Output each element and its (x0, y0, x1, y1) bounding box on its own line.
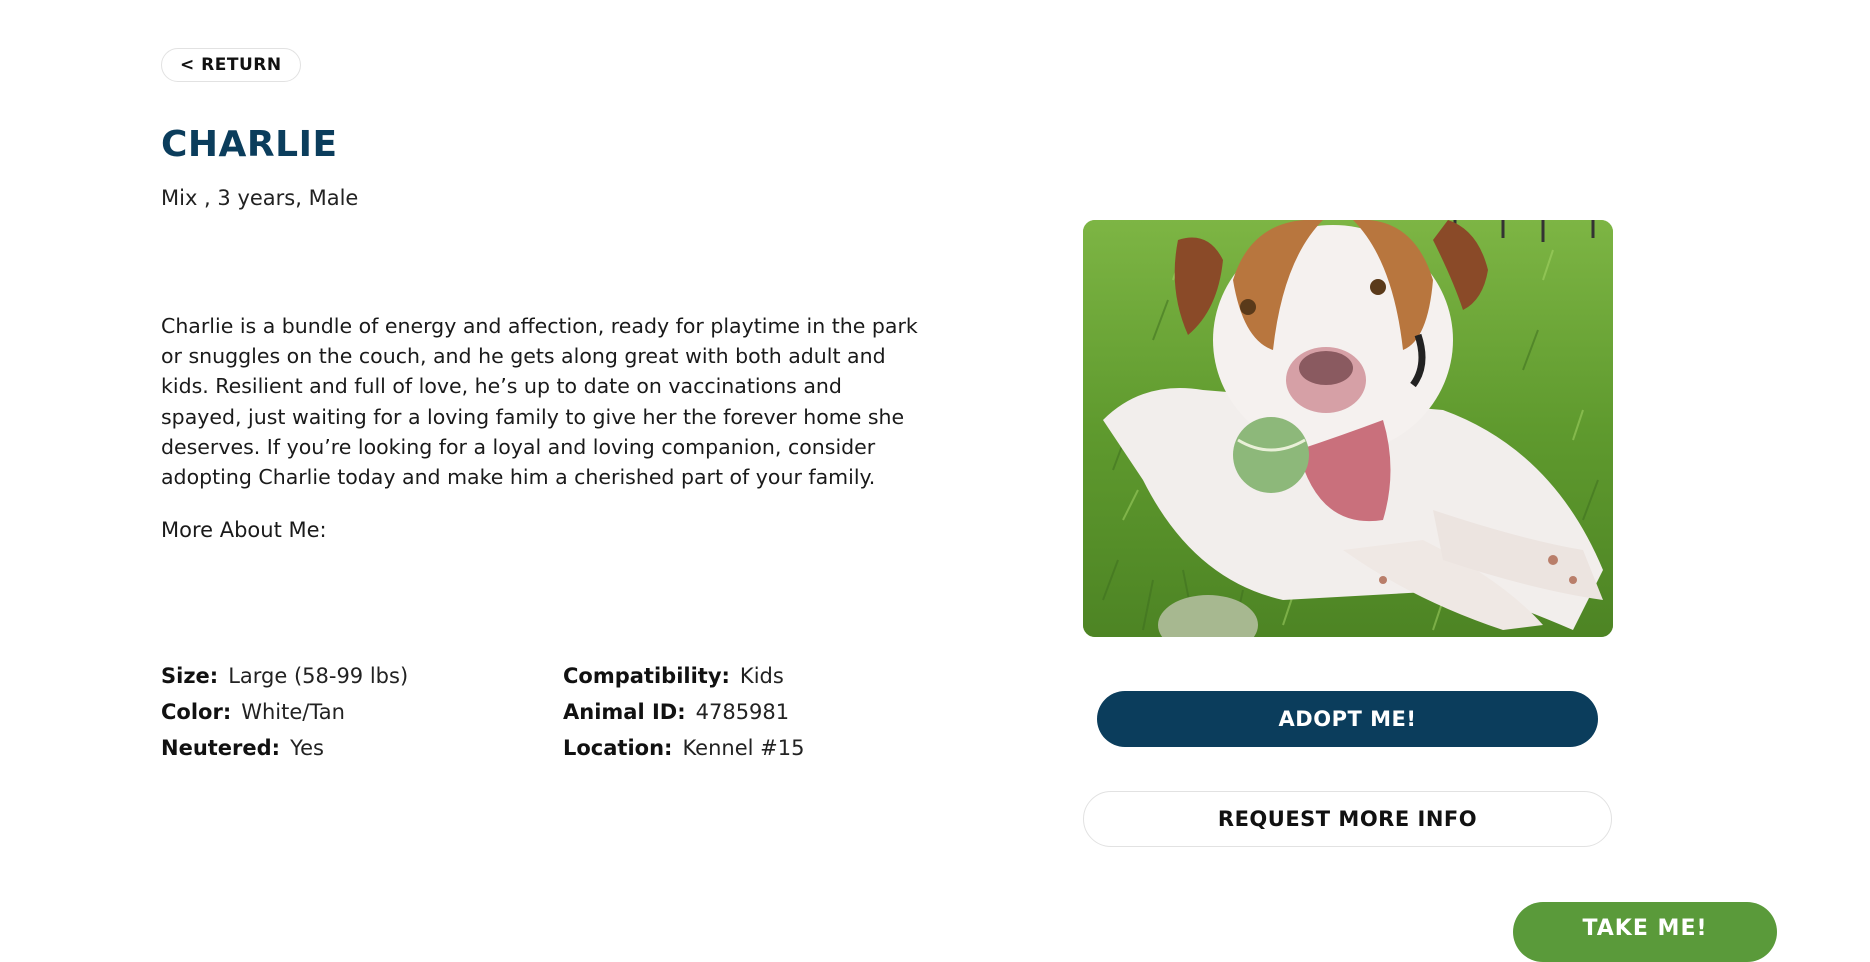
detail-size-label: Size: (161, 664, 219, 688)
detail-neutered: Neutered: Yes (161, 734, 563, 762)
detail-neutered-value: Yes (290, 736, 324, 760)
floating-action-button[interactable]: TAKE ME! (1513, 902, 1777, 962)
detail-compatibility: Compatibility: Kids (563, 662, 921, 690)
pet-details: Size: Large (58-99 lbs) Compatibility: Kid… (161, 662, 921, 762)
return-label: < RETURN (180, 55, 282, 75)
detail-animal-id-label: Animal ID: (563, 700, 686, 724)
more-about-heading: More About Me: (161, 518, 327, 542)
adopt-button-label: ADOPT ME! (1278, 707, 1417, 731)
request-info-label: REQUEST MORE INFO (1217, 807, 1478, 831)
detail-location: Location: Kennel #15 (563, 734, 921, 762)
detail-location-value: Kennel #15 (682, 736, 805, 760)
detail-compatibility-label: Compatibility: (563, 664, 730, 688)
return-button[interactable]: < RETURN (161, 48, 301, 82)
request-info-button[interactable]: REQUEST MORE INFO (1083, 791, 1612, 847)
pet-description: Charlie is a bundle of energy and affect… (161, 314, 918, 490)
detail-size-value: Large (58-99 lbs) (228, 664, 409, 688)
detail-color-label: Color: (161, 700, 232, 724)
detail-animal-id: Animal ID: 4785981 (563, 698, 921, 726)
dog-photo-icon (1083, 220, 1613, 637)
detail-neutered-label: Neutered: (161, 736, 281, 760)
detail-color: Color: White/Tan (161, 698, 563, 726)
detail-compatibility-value: Kids (739, 664, 784, 688)
pet-meta: Mix , 3 years, Male (161, 186, 359, 210)
detail-location-label: Location: (563, 736, 673, 760)
detail-size: Size: Large (58-99 lbs) (161, 662, 563, 690)
pet-photo (1083, 220, 1613, 637)
pet-name: CHARLIE (161, 124, 338, 165)
adopt-button[interactable]: ADOPT ME! (1097, 691, 1598, 747)
detail-animal-id-value: 4785981 (695, 700, 790, 724)
floating-action-label: TAKE ME! (1582, 916, 1708, 941)
detail-color-value: White/Tan (241, 700, 345, 724)
